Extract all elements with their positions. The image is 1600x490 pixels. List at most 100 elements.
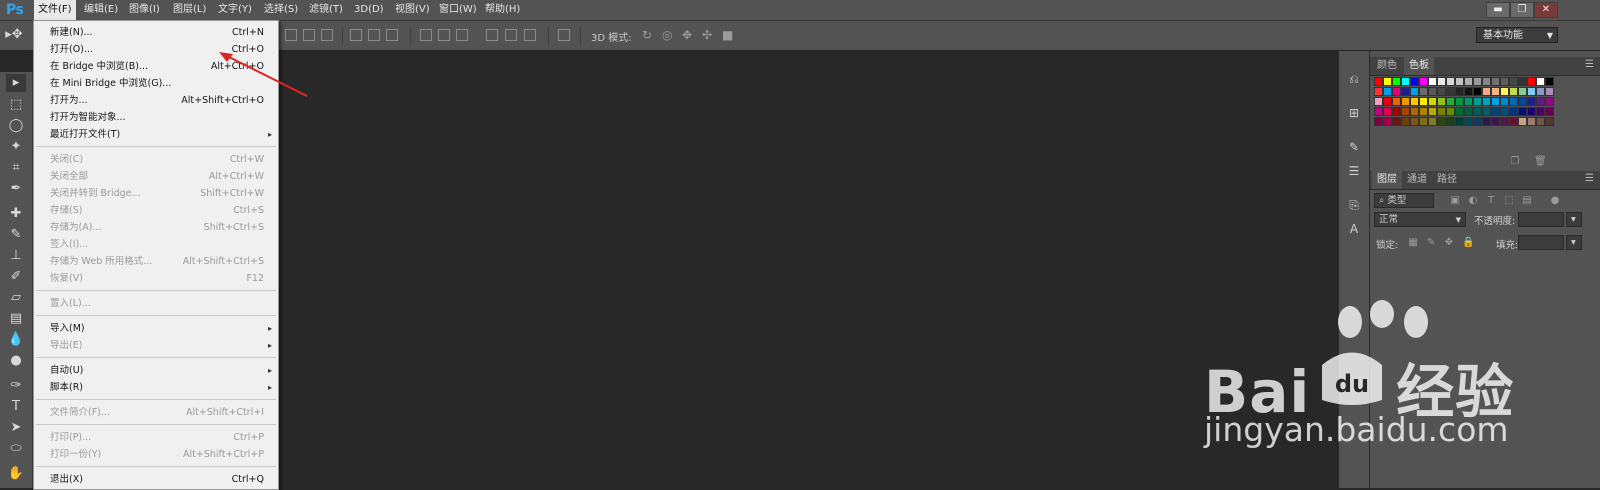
eyedropper-tool-icon[interactable]: ✒ (6, 180, 26, 198)
swatch[interactable] (1437, 97, 1446, 106)
swatch[interactable] (1473, 107, 1482, 116)
menu-view[interactable]: 视图(V) (391, 0, 434, 20)
swatch[interactable] (1410, 97, 1419, 106)
menu-file[interactable]: 文件(F) (34, 0, 76, 20)
swatch[interactable] (1446, 107, 1455, 116)
swatch[interactable] (1437, 87, 1446, 96)
swatch[interactable] (1383, 97, 1392, 106)
swatch[interactable] (1428, 87, 1437, 96)
adjustments-panel-icon[interactable]: ☰ (1346, 163, 1362, 179)
lock-pixels-icon[interactable]: ✎ (1426, 238, 1436, 248)
tab-channels[interactable]: 通道 (1402, 171, 1432, 189)
swatch[interactable] (1383, 107, 1392, 116)
marquee-tool-icon[interactable]: ⬚ (6, 96, 26, 114)
3d-pan-icon[interactable]: ✥ (682, 29, 692, 41)
file-menu-item[interactable]: 存储为 Web 所用格式... Alt+Shift+Ctrl+S (50, 253, 266, 270)
hand-tool-icon[interactable]: ✋ (6, 465, 26, 483)
swatch[interactable] (1536, 117, 1545, 126)
menu-window[interactable]: 窗口(W) (435, 0, 481, 20)
distribute-left-icon[interactable] (486, 29, 498, 41)
swatch[interactable] (1464, 117, 1473, 126)
fill-dropdown[interactable]: ▾ (1566, 235, 1582, 250)
swatch[interactable] (1545, 117, 1554, 126)
file-menu-item[interactable]: 打印一份(Y) Alt+Shift+Ctrl+P (50, 446, 266, 463)
brush-panel-icon[interactable]: ✎ (1346, 139, 1362, 155)
swatch[interactable] (1536, 97, 1545, 106)
tab-color[interactable]: 颜色 (1372, 57, 1402, 75)
swatch[interactable] (1464, 97, 1473, 106)
file-menu-item[interactable]: 关闭(C) Ctrl+W (50, 151, 266, 168)
lasso-tool-icon[interactable]: ◯ (6, 117, 26, 135)
character-panel-icon[interactable]: A (1346, 221, 1362, 237)
gradient-tool-icon[interactable]: ▤ (6, 310, 26, 328)
swatch[interactable] (1446, 87, 1455, 96)
smart-object-filter-icon[interactable]: ▤ (1522, 196, 1532, 206)
file-menu-item[interactable]: 关闭全部 Alt+Ctrl+W (50, 168, 266, 185)
swatch[interactable] (1509, 97, 1518, 106)
swatch[interactable] (1428, 77, 1437, 86)
swatch[interactable] (1455, 77, 1464, 86)
3d-scale-icon[interactable]: ■ (722, 29, 733, 41)
tab-paths[interactable]: 路径 (1432, 171, 1462, 189)
swatch[interactable] (1392, 77, 1401, 86)
swatch[interactable] (1500, 87, 1509, 96)
move-tool-preset-icon[interactable]: ▸✥ (4, 26, 24, 44)
file-menu-item[interactable]: 导出(E) ▸ (50, 337, 272, 354)
align-right-icon[interactable] (386, 29, 398, 41)
dodge-tool-icon[interactable]: ● (6, 352, 26, 370)
3d-rotate-icon[interactable]: ↻ (642, 29, 652, 41)
swatch[interactable] (1401, 97, 1410, 106)
swatch[interactable] (1500, 107, 1509, 116)
file-menu-item[interactable]: 存储(S) Ctrl+S (50, 202, 266, 219)
file-menu-item[interactable]: 签入(I)... (50, 236, 266, 253)
lock-position-icon[interactable]: ✥ (1444, 238, 1454, 248)
swatch[interactable] (1464, 107, 1473, 116)
brush-tool-icon[interactable]: ✎ (6, 226, 26, 244)
align-bottom-icon[interactable] (321, 29, 333, 41)
align-left-icon[interactable] (350, 29, 362, 41)
file-menu-item[interactable]: 恢复(V) F12 (50, 270, 266, 287)
panel-menu-icon[interactable]: ☰ (1585, 59, 1594, 70)
file-menu-item[interactable]: 退出(X) Ctrl+Q (50, 471, 266, 488)
swatch[interactable] (1446, 117, 1455, 126)
swatch[interactable] (1509, 107, 1518, 116)
swatch[interactable] (1419, 77, 1428, 86)
history-panel-icon[interactable]: ⎌ (1346, 71, 1362, 87)
swatch[interactable] (1455, 107, 1464, 116)
swatch[interactable] (1383, 87, 1392, 96)
swatch[interactable] (1419, 87, 1428, 96)
swatch[interactable] (1473, 97, 1482, 106)
swatch[interactable] (1473, 87, 1482, 96)
file-menu-item[interactable]: 导入(M) ▸ (50, 320, 272, 337)
spot-healing-tool-icon[interactable]: ✚ (6, 205, 26, 223)
delete-swatch-icon[interactable]: 🗑 (1534, 157, 1547, 167)
swatch[interactable] (1437, 107, 1446, 116)
3d-slide-icon[interactable]: ✣ (702, 29, 712, 41)
minimize-button[interactable]: ▬ (1486, 2, 1510, 18)
menu-help[interactable]: 帮助(H) (481, 0, 524, 20)
file-menu-item[interactable]: 关闭并转到 Bridge... Shift+Ctrl+W (50, 185, 266, 202)
workspace-select[interactable]: 基本功能 ▼ (1476, 27, 1558, 43)
swatch[interactable] (1536, 107, 1545, 116)
new-swatch-icon[interactable]: ❐ (1510, 157, 1520, 167)
swatch[interactable] (1482, 97, 1491, 106)
swatch[interactable] (1491, 117, 1500, 126)
swatch[interactable] (1437, 117, 1446, 126)
swatch[interactable] (1428, 97, 1437, 106)
pen-tool-icon[interactable]: ✑ (6, 377, 26, 395)
swatch[interactable] (1545, 77, 1554, 86)
swatch[interactable] (1428, 117, 1437, 126)
swatch[interactable] (1410, 117, 1419, 126)
swatch[interactable] (1401, 77, 1410, 86)
restore-button[interactable]: ❐ (1510, 2, 1534, 18)
move-tool-icon[interactable]: ▸ (6, 74, 26, 92)
file-menu-item[interactable]: 自动(U) ▸ (50, 362, 272, 379)
swatch[interactable] (1392, 97, 1401, 106)
adjustment-filter-icon[interactable]: ◐ (1468, 196, 1478, 206)
swatch[interactable] (1473, 77, 1482, 86)
swatch[interactable] (1374, 77, 1383, 86)
menu-select[interactable]: 选择(S) (260, 0, 302, 20)
close-button[interactable]: ✕ (1534, 2, 1558, 18)
swatch[interactable] (1473, 117, 1482, 126)
lock-all-icon[interactable]: 🔒 (1462, 238, 1474, 248)
